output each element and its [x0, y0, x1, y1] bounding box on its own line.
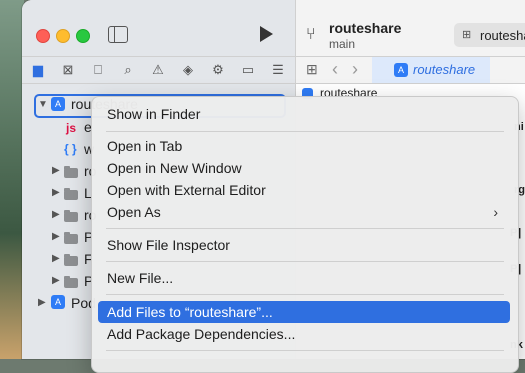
menu-item-show-in-finder[interactable]: Show in Finder — [98, 103, 510, 125]
menu-separator — [106, 350, 504, 351]
chevron-right-icon[interactable]: ▶ — [52, 165, 60, 176]
tab-label: routeshare — [413, 62, 476, 77]
menu-item-open-in-new-window[interactable]: Open in New Window — [98, 157, 510, 179]
menu-separator — [106, 261, 504, 262]
chevron-right-icon[interactable]: ▶ — [52, 231, 60, 242]
project-icon: A — [51, 97, 65, 111]
minimize-window-button[interactable] — [56, 29, 70, 43]
folder-icon[interactable]: ▆ — [30, 62, 46, 78]
chevron-right-icon[interactable]: ▶ — [52, 253, 60, 264]
close-window-button[interactable] — [36, 29, 50, 43]
folder-icon — [64, 254, 78, 266]
app-icon: ⊞ — [462, 29, 472, 41]
menu-item-open-as[interactable]: Open As › — [98, 201, 510, 223]
tab-routeshare[interactable]: A routeshare — [372, 57, 490, 83]
folder-icon — [64, 232, 78, 244]
menu-item-open-with-external-editor[interactable]: Open with External Editor — [98, 179, 510, 201]
chevron-right-icon[interactable]: ▶ — [52, 275, 60, 286]
scheme-selector[interactable]: ⊞ routeshare — [454, 23, 525, 47]
menu-item-open-in-tab[interactable]: Open in Tab — [98, 135, 510, 157]
project-title: routeshare — [329, 20, 402, 36]
project-icon: A — [51, 295, 65, 309]
source-control-icon[interactable]: ⊠ — [60, 62, 76, 78]
project-icon: A — [394, 63, 408, 77]
menu-item-new-file[interactable]: New File... — [98, 267, 510, 289]
breakpoint-icon[interactable]: ▭ — [240, 62, 256, 78]
report-icon[interactable]: ☰ — [270, 62, 286, 78]
menu-item-label: Open As — [107, 204, 161, 220]
chevron-right-icon[interactable]: ▶ — [38, 297, 46, 308]
context-menu: Show in Finder Open in Tab Open in New W… — [91, 96, 519, 373]
desktop-wallpaper — [0, 0, 24, 359]
scheme-label: routeshare — [480, 28, 525, 43]
js-file-icon: js — [66, 121, 77, 135]
json-file-icon: { } — [64, 142, 77, 156]
debug-icon[interactable]: ⚙ — [210, 62, 226, 78]
bookmark-icon[interactable]: ⎕ — [90, 62, 106, 78]
issue-icon[interactable]: ⚠ — [150, 62, 166, 78]
test-icon[interactable]: ◈ — [180, 62, 196, 78]
folder-icon — [64, 276, 78, 288]
forward-icon[interactable]: › — [352, 59, 358, 80]
navigator-selector-bar: ▆ ⊠ ⎕ ⌕ ⚠ ◈ ⚙ ▭ ☰ — [22, 56, 295, 84]
menu-item-add-package-dependencies[interactable]: Add Package Dependencies... — [98, 323, 510, 345]
menu-separator — [106, 294, 504, 295]
find-icon[interactable]: ⌕ — [120, 62, 136, 78]
branch-label: main — [329, 37, 356, 51]
zoom-window-button[interactable] — [76, 29, 90, 43]
menu-separator — [106, 228, 504, 229]
folder-icon — [64, 166, 78, 178]
chevron-right-icon: › — [493, 204, 498, 220]
chevron-right-icon[interactable]: ▶ — [52, 209, 60, 220]
branch-icon: ⑂ — [306, 26, 316, 43]
folder-icon — [64, 188, 78, 200]
editor-toolbar: ⑂ routeshare main ⊞ routeshare — [296, 0, 525, 56]
chevron-down-icon[interactable]: ▼ — [38, 99, 48, 110]
grid-icon[interactable]: ⊞ — [306, 61, 318, 78]
sidebar-toggle-icon[interactable] — [108, 26, 128, 43]
folder-icon — [64, 210, 78, 222]
menu-separator — [106, 131, 504, 132]
run-icon[interactable] — [260, 26, 273, 42]
back-icon[interactable]: ‹ — [332, 59, 338, 80]
menu-item-show-file-inspector[interactable]: Show File Inspector — [98, 234, 510, 256]
chevron-right-icon[interactable]: ▶ — [52, 187, 60, 198]
menu-item-add-files[interactable]: Add Files to “routeshare”... — [98, 301, 510, 323]
editor-tab-bar: ⊞ ‹ › A routeshare — [296, 56, 525, 84]
